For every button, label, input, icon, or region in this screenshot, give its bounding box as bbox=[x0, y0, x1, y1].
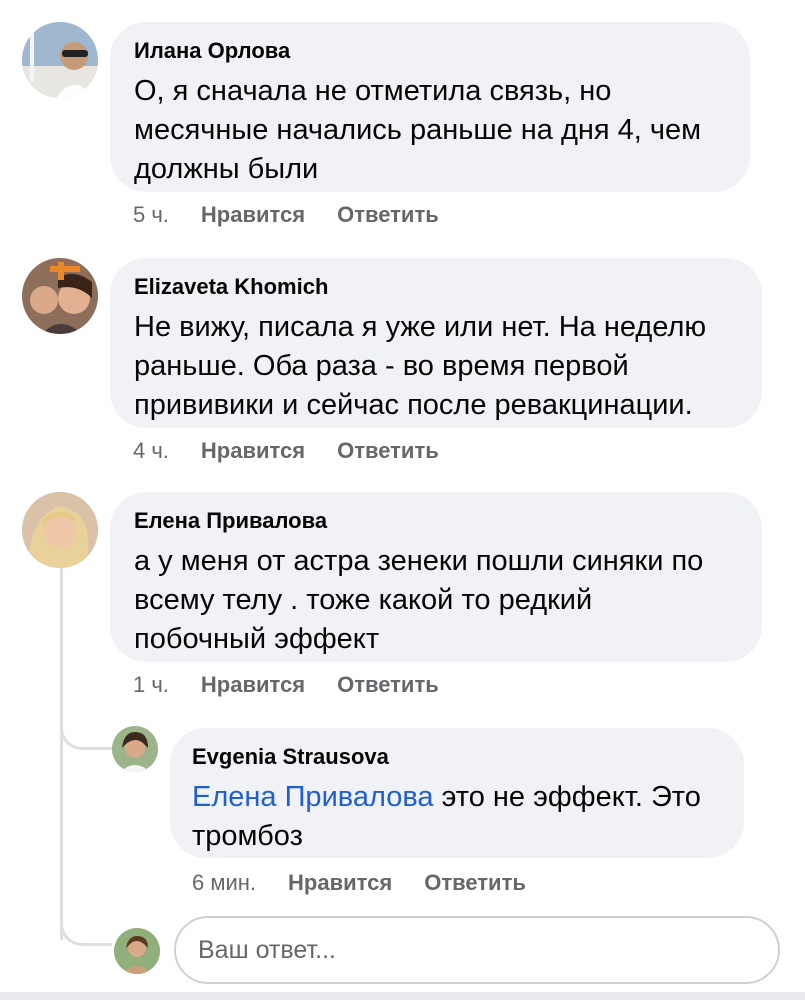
comment-bubble: Elizaveta Khomich Не вижу, писала я уже … bbox=[110, 258, 762, 428]
bottom-divider bbox=[0, 992, 805, 1000]
comment-bubble: Елена Привалова а у меня от астра зенеки… bbox=[110, 492, 762, 662]
avatar[interactable] bbox=[112, 726, 158, 772]
comment-bubble: Илана Орлова О, я сначала не отметила св… bbox=[110, 22, 750, 192]
comment-meta: 4 ч. Нравится Ответить bbox=[133, 438, 439, 464]
reply-button[interactable]: Ответить bbox=[424, 870, 526, 896]
comment-meta: 5 ч. Нравится Ответить bbox=[133, 202, 439, 228]
thread-line-vertical bbox=[60, 568, 63, 940]
like-button[interactable]: Нравится bbox=[201, 438, 305, 464]
comment-time[interactable]: 4 ч. bbox=[133, 438, 169, 464]
reply-text: Елена Привалова это не эффект. Это тромб… bbox=[192, 781, 701, 852]
thread-line-branch-reply bbox=[60, 724, 112, 750]
reply-author[interactable]: Evgenia Strausova bbox=[192, 744, 744, 770]
comment-author[interactable]: Илана Орлова bbox=[134, 38, 750, 64]
reply-button[interactable]: Ответить bbox=[337, 438, 439, 464]
current-user-avatar bbox=[114, 928, 160, 974]
avatar[interactable] bbox=[22, 22, 98, 98]
comment-text: Не вижу, писала я уже или нет. На неделю… bbox=[134, 311, 707, 421]
like-button[interactable]: Нравится bbox=[201, 672, 305, 698]
reply-button[interactable]: Ответить bbox=[337, 672, 439, 698]
thread-line-branch-input bbox=[60, 920, 112, 946]
comment-text: а у меня от астра зенеки пошли синяки по… bbox=[134, 545, 704, 655]
reply-meta: 6 мин. Нравится Ответить bbox=[192, 870, 526, 896]
reply-bubble: Evgenia Strausova Елена Привалова это не… bbox=[170, 728, 744, 858]
comment-author[interactable]: Елена Привалова bbox=[134, 508, 762, 534]
like-button[interactable]: Нравится bbox=[201, 202, 305, 228]
like-button[interactable]: Нравится bbox=[288, 870, 392, 896]
avatar[interactable] bbox=[22, 258, 98, 334]
reply-input[interactable] bbox=[174, 916, 780, 984]
comment-text: О, я сначала не отметила связь, но месяч… bbox=[134, 75, 702, 185]
reply-button[interactable]: Ответить bbox=[337, 202, 439, 228]
comment-meta: 1 ч. Нравится Ответить bbox=[133, 672, 439, 698]
mention-link[interactable]: Елена Привалова bbox=[192, 781, 434, 813]
reply-time[interactable]: 6 мин. bbox=[192, 870, 256, 896]
comment-time[interactable]: 5 ч. bbox=[133, 202, 169, 228]
avatar[interactable] bbox=[22, 492, 98, 568]
comment-time[interactable]: 1 ч. bbox=[133, 672, 169, 698]
comment-author[interactable]: Elizaveta Khomich bbox=[134, 274, 762, 300]
